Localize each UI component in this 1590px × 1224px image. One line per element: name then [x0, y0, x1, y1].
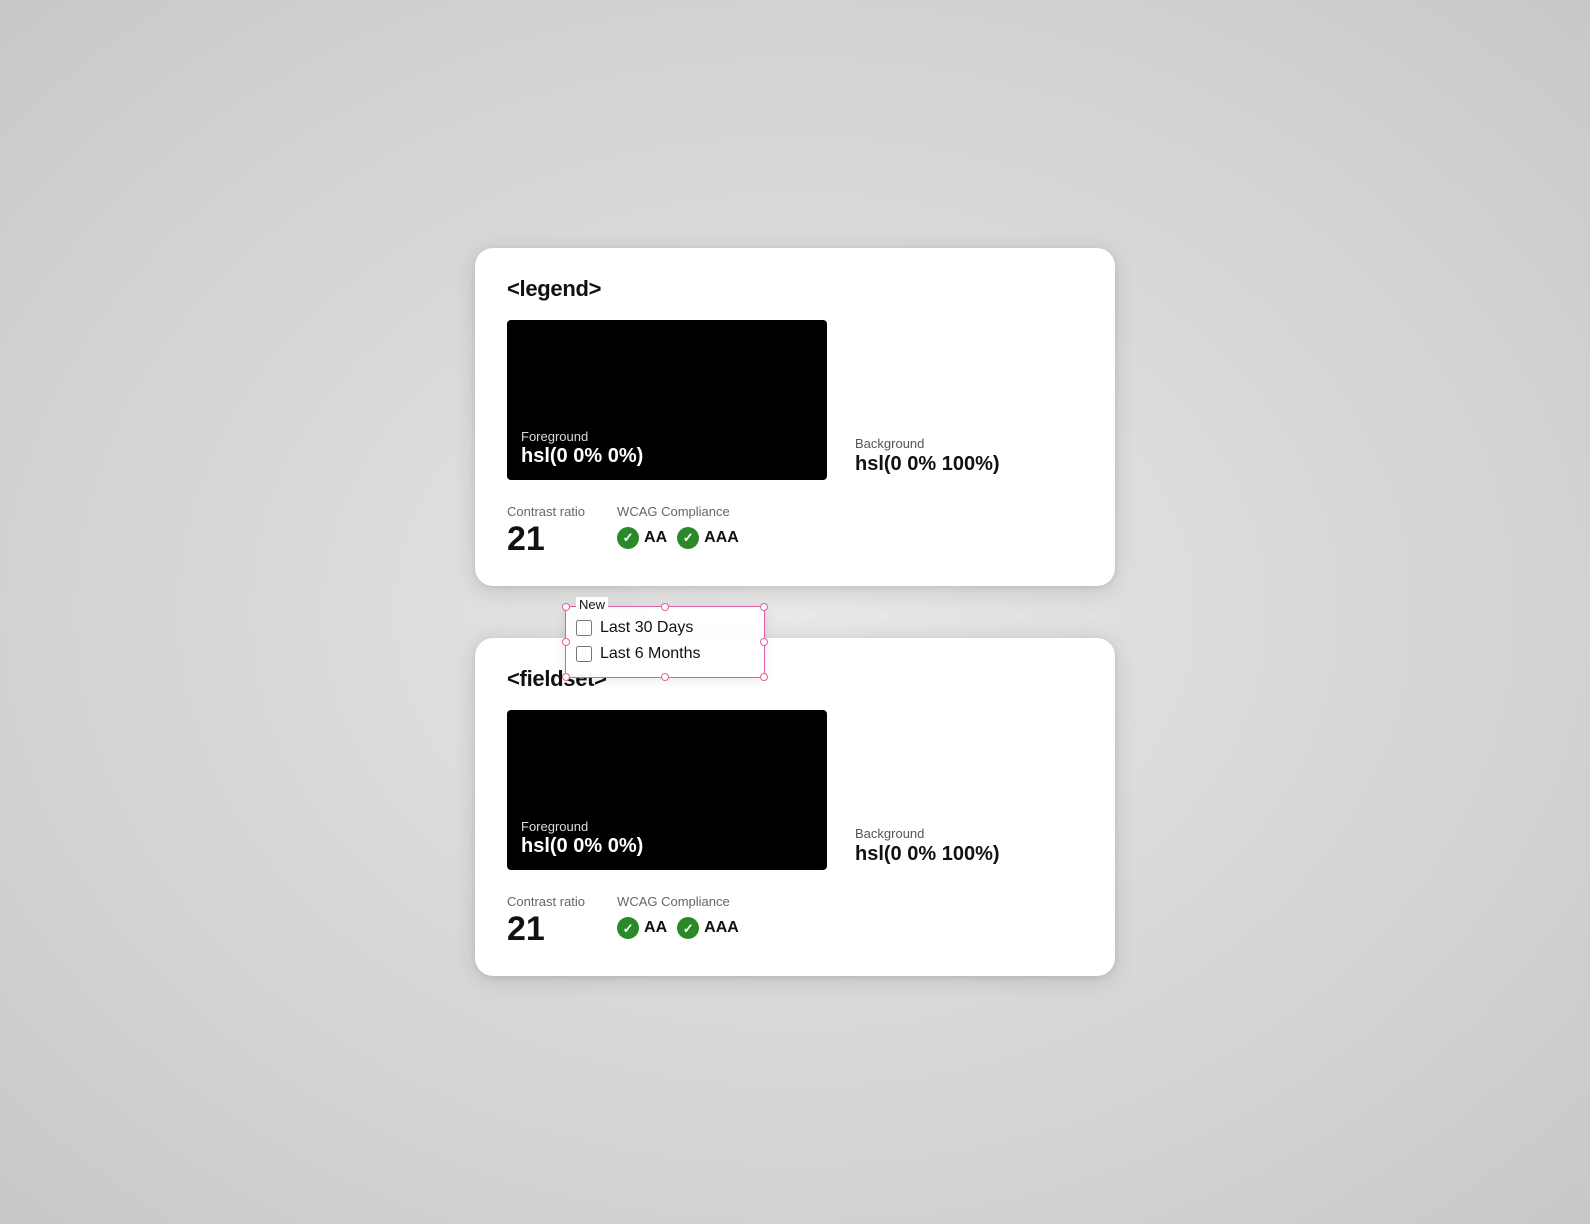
dropdown-option-last6m-label: Last 6 Months [600, 645, 701, 663]
legend-aa-check-icon [617, 527, 639, 549]
legend-aa-label: AA [644, 529, 667, 547]
legend-aaa-check-icon [677, 527, 699, 549]
checkbox-last6m[interactable] [576, 646, 592, 662]
fieldset-fg-value: hsl(0 0% 0%) [521, 835, 643, 858]
checkbox-last30[interactable] [576, 620, 592, 636]
legend-wcag-block: WCAG Compliance AA AAA [617, 504, 739, 549]
legend-contrast-label: Contrast ratio [507, 504, 585, 519]
legend-card: <legend> Foreground hsl(0 0% 0%) Backgro… [475, 248, 1115, 586]
fieldset-aaa-check-icon [677, 917, 699, 939]
fieldset-wcag-label: WCAG Compliance [617, 894, 739, 909]
handle-top-left[interactable] [562, 603, 570, 611]
fieldset-aa-badge: AA [617, 917, 667, 939]
legend-wcag-label: WCAG Compliance [617, 504, 739, 519]
dropdown-legend-label: New [576, 597, 608, 612]
legend-contrast-block: Contrast ratio 21 [507, 504, 585, 558]
handle-bottom-left[interactable] [562, 673, 570, 681]
dropdown-option-last30[interactable]: Last 30 Days [576, 615, 750, 641]
handle-bottom-right[interactable] [760, 673, 768, 681]
dropdown-overlay: New Last 30 Days Last 6 Months [565, 606, 765, 678]
fieldset-aa-label: AA [644, 919, 667, 937]
fieldset-contrast-block: Contrast ratio 21 [507, 894, 585, 948]
handle-mid-left[interactable] [562, 638, 570, 646]
legend-contrast-value: 21 [507, 521, 585, 558]
legend-aa-badge: AA [617, 527, 667, 549]
legend-fg-value: hsl(0 0% 0%) [521, 445, 643, 468]
handle-top-mid[interactable] [661, 603, 669, 611]
fieldset-bg-label: Background [855, 826, 1000, 841]
legend-metrics: Contrast ratio 21 WCAG Compliance AA AAA [507, 498, 1083, 558]
handle-top-right[interactable] [760, 603, 768, 611]
fieldset-aa-check-icon [617, 917, 639, 939]
handle-mid-right[interactable] [760, 638, 768, 646]
fieldset-contrast-value: 21 [507, 911, 585, 948]
fieldset-aaa-badge: AAA [677, 917, 739, 939]
fieldset-bg-value: hsl(0 0% 100%) [855, 843, 1000, 866]
fieldset-fg-labels: Foreground hsl(0 0% 0%) [521, 819, 643, 858]
main-container: <legend> Foreground hsl(0 0% 0%) Backgro… [465, 248, 1125, 977]
cards-wrapper: <legend> Foreground hsl(0 0% 0%) Backgro… [475, 248, 1115, 977]
legend-wcag-row: AA AAA [617, 527, 739, 549]
fieldset-card: <fieldset> Foreground hsl(0 0% 0%) Backg… [475, 638, 1115, 976]
dropdown-option-last6m[interactable]: Last 6 Months [576, 641, 750, 667]
legend-aaa-badge: AAA [677, 527, 739, 549]
fieldset-wcag-block: WCAG Compliance AA AAA [617, 894, 739, 939]
handle-bottom-mid[interactable] [661, 673, 669, 681]
fieldset-wcag-row: AA AAA [617, 917, 739, 939]
legend-bg-label: Background [855, 436, 1000, 451]
legend-bg-info: Background hsl(0 0% 100%) [855, 436, 1000, 480]
legend-fg-labels: Foreground hsl(0 0% 0%) [521, 429, 643, 468]
fieldset-metrics: Contrast ratio 21 WCAG Compliance AA AAA [507, 888, 1083, 948]
legend-aaa-label: AAA [704, 529, 739, 547]
legend-fg-label: Foreground [521, 429, 643, 444]
fieldset-preview-row: Foreground hsl(0 0% 0%) Background hsl(0… [507, 710, 1083, 870]
fieldset-fg-label: Foreground [521, 819, 643, 834]
legend-preview-row: Foreground hsl(0 0% 0%) Background hsl(0… [507, 320, 1083, 480]
fieldset-bg-info: Background hsl(0 0% 100%) [855, 826, 1000, 870]
legend-card-title: <legend> [507, 276, 1083, 302]
fieldset-aaa-label: AAA [704, 919, 739, 937]
fieldset-contrast-label: Contrast ratio [507, 894, 585, 909]
legend-bg-value: hsl(0 0% 100%) [855, 453, 1000, 476]
fieldset-color-preview: Foreground hsl(0 0% 0%) [507, 710, 827, 870]
dropdown-selection-box: New Last 30 Days Last 6 Months [565, 606, 765, 678]
dropdown-option-last30-label: Last 30 Days [600, 619, 693, 637]
legend-color-preview: Foreground hsl(0 0% 0%) [507, 320, 827, 480]
